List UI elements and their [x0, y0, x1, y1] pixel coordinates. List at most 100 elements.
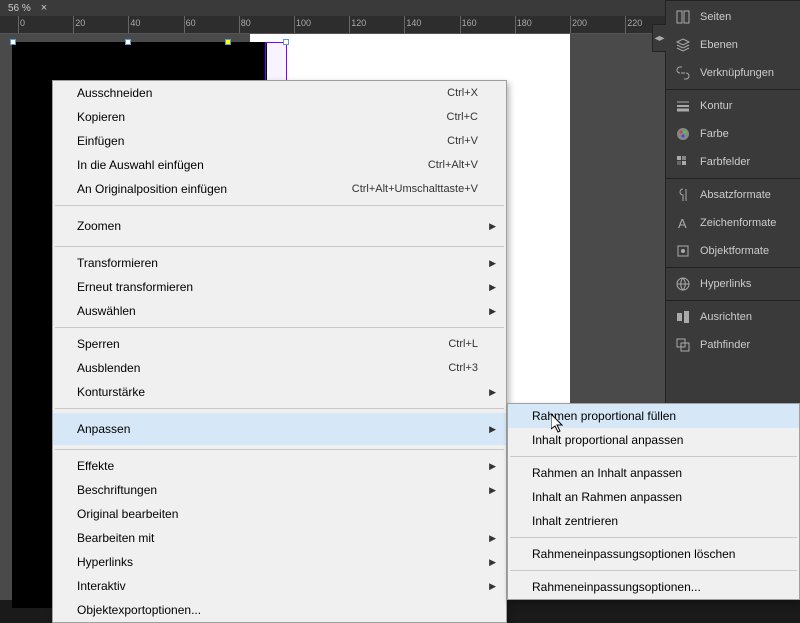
- menu-item[interactable]: Zoomen▶: [53, 210, 506, 242]
- ruler-tick: 60: [186, 18, 196, 28]
- panel-label: Pathfinder: [700, 339, 750, 351]
- panel-verknuepfungen[interactable]: Verknüpfungen: [666, 59, 800, 87]
- selection-handle[interactable]: [225, 39, 231, 45]
- menu-item[interactable]: Rahmeneinpassungsoptionen...: [508, 575, 799, 599]
- menu-item-label: Interaktiv: [77, 579, 478, 593]
- menu-item-label: Inhalt an Rahmen anpassen: [532, 490, 771, 504]
- panel-label: Ebenen: [700, 39, 738, 51]
- pages-icon: [674, 8, 692, 26]
- collapse-panels-button[interactable]: ◂▸: [652, 24, 666, 52]
- menu-item[interactable]: Hyperlinks▶: [53, 550, 506, 574]
- menu-separator: [55, 327, 504, 328]
- menu-item[interactable]: SperrenCtrl+L: [53, 332, 506, 356]
- menu-item[interactable]: Beschriftungen ▶: [53, 478, 506, 502]
- menu-item[interactable]: Interaktiv▶: [53, 574, 506, 598]
- menu-item-label: Effekte: [77, 459, 478, 473]
- menu-item[interactable]: Erneut transformieren ▶: [53, 275, 506, 299]
- menu-item[interactable]: Anpassen▶: [53, 413, 506, 445]
- menu-item[interactable]: Ausschneiden Ctrl+X: [53, 81, 506, 105]
- menu-separator: [55, 449, 504, 450]
- menu-separator: [510, 537, 797, 538]
- panel-hyperlinks[interactable]: Hyperlinks: [666, 270, 800, 298]
- menu-item[interactable]: In die Auswahl einfügen Ctrl+Alt+V: [53, 153, 506, 177]
- menu-item[interactable]: Rahmen an Inhalt anpassen: [508, 461, 799, 485]
- ruler-tick: 200: [572, 18, 587, 28]
- menu-item-label: An Originalposition einfügen: [77, 182, 312, 196]
- panel-label: Farbe: [700, 128, 729, 140]
- menu-item-label: Konturstärke: [77, 385, 478, 399]
- menu-item-shortcut: Ctrl+Alt+V: [428, 159, 478, 171]
- menu-item-label: Original bearbeiten: [77, 507, 478, 521]
- menu-item-label: Ausblenden: [77, 361, 408, 375]
- panel-ausrichten[interactable]: Ausrichten: [666, 303, 800, 331]
- panel-label: Kontur: [700, 100, 732, 112]
- menu-item-label: Beschriftungen: [77, 483, 478, 497]
- ruler-tick: 180: [517, 18, 532, 28]
- menu-item[interactable]: Effekte▶: [53, 454, 506, 478]
- panel-label: Hyperlinks: [700, 278, 751, 290]
- menu-item-label: Rahmen an Inhalt anpassen: [532, 466, 771, 480]
- panel-seiten[interactable]: Seiten: [666, 3, 800, 31]
- submenu-arrow-icon: ▶: [489, 282, 496, 293]
- menu-item-label: Anpassen: [77, 422, 478, 436]
- menu-item-label: Ausschneiden: [77, 86, 407, 100]
- panel-label: Objektformate: [700, 245, 769, 257]
- menu-item-shortcut: Ctrl+X: [447, 87, 478, 99]
- panel-farbe[interactable]: Farbe: [666, 120, 800, 148]
- menu-item[interactable]: Inhalt proportional anpassen: [508, 428, 799, 452]
- menu-item-label: Rahmen proportional füllen: [532, 409, 771, 423]
- panel-ebenen[interactable]: Ebenen: [666, 31, 800, 59]
- menu-item[interactable]: Rahmen proportional füllen: [508, 404, 799, 428]
- menu-item[interactable]: Original bearbeiten: [53, 502, 506, 526]
- context-menu[interactable]: AusschneidenCtrl+XKopierenCtrl+CEinfügen…: [52, 80, 507, 623]
- menu-item[interactable]: Inhalt zentrieren: [508, 509, 799, 533]
- zoom-level: 56 %: [8, 3, 31, 14]
- menu-separator: [510, 456, 797, 457]
- menu-separator: [55, 205, 504, 206]
- selection-handle[interactable]: [283, 39, 289, 45]
- menu-item[interactable]: EinfügenCtrl+V: [53, 129, 506, 153]
- context-submenu-anpassen[interactable]: Rahmen proportional füllen Inhalt proport…: [507, 403, 800, 600]
- menu-item-label: Auswählen: [77, 304, 478, 318]
- menu-item[interactable]: Objektexportoptionen...: [53, 598, 506, 622]
- panel-kontur[interactable]: Kontur: [666, 92, 800, 120]
- panel-absatzformate[interactable]: Absatzformate: [666, 181, 800, 209]
- menu-item[interactable]: KopierenCtrl+C: [53, 105, 506, 129]
- panel-farbfelder[interactable]: Farbfelder: [666, 148, 800, 176]
- menu-item-label: In die Auswahl einfügen: [77, 158, 388, 172]
- hyper-icon: [674, 275, 692, 293]
- menu-separator: [510, 570, 797, 571]
- menu-item-label: Einfügen: [77, 134, 407, 148]
- close-icon[interactable]: ×: [41, 2, 47, 14]
- menu-item[interactable]: Auswählen▶: [53, 299, 506, 323]
- panel-label: Absatzformate: [700, 189, 771, 201]
- ruler-tick: 20: [75, 18, 85, 28]
- menu-item-label: Erneut transformieren: [77, 280, 478, 294]
- layers-icon: [674, 36, 692, 54]
- menu-separator: [55, 246, 504, 247]
- ruler-tick: 120: [351, 18, 366, 28]
- panel-objektformate[interactable]: Objektformate: [666, 237, 800, 265]
- menu-item[interactable]: Bearbeiten mit▶: [53, 526, 506, 550]
- menu-item-label: Transformieren: [77, 256, 478, 270]
- menu-item[interactable]: Rahmeneinpassungsoptionen löschen: [508, 542, 799, 566]
- selection-handle[interactable]: [10, 39, 16, 45]
- panel-pathfinder[interactable]: Pathfinder: [666, 331, 800, 359]
- menu-item[interactable]: Konturstärke▶: [53, 380, 506, 404]
- menu-item[interactable]: AusblendenCtrl+3: [53, 356, 506, 380]
- menu-item-shortcut: Ctrl+C: [447, 111, 478, 123]
- submenu-arrow-icon: ▶: [489, 221, 496, 232]
- panel-zeichenformate[interactable]: AZeichenformate: [666, 209, 800, 237]
- align-icon: [674, 308, 692, 326]
- menu-item-label: Rahmeneinpassungsoptionen löschen: [532, 547, 771, 561]
- panel-label: Ausrichten: [700, 311, 752, 323]
- svg-text:A: A: [678, 216, 687, 231]
- submenu-arrow-icon: ▶: [489, 557, 496, 568]
- obj-icon: [674, 242, 692, 260]
- submenu-arrow-icon: ▶: [489, 485, 496, 496]
- ruler-tick: 0: [20, 18, 25, 28]
- selection-handle[interactable]: [125, 39, 131, 45]
- menu-item[interactable]: An Originalposition einfügenCtrl+Alt+Ums…: [53, 177, 506, 201]
- menu-item[interactable]: Transformieren▶: [53, 251, 506, 275]
- menu-item[interactable]: Inhalt an Rahmen anpassen: [508, 485, 799, 509]
